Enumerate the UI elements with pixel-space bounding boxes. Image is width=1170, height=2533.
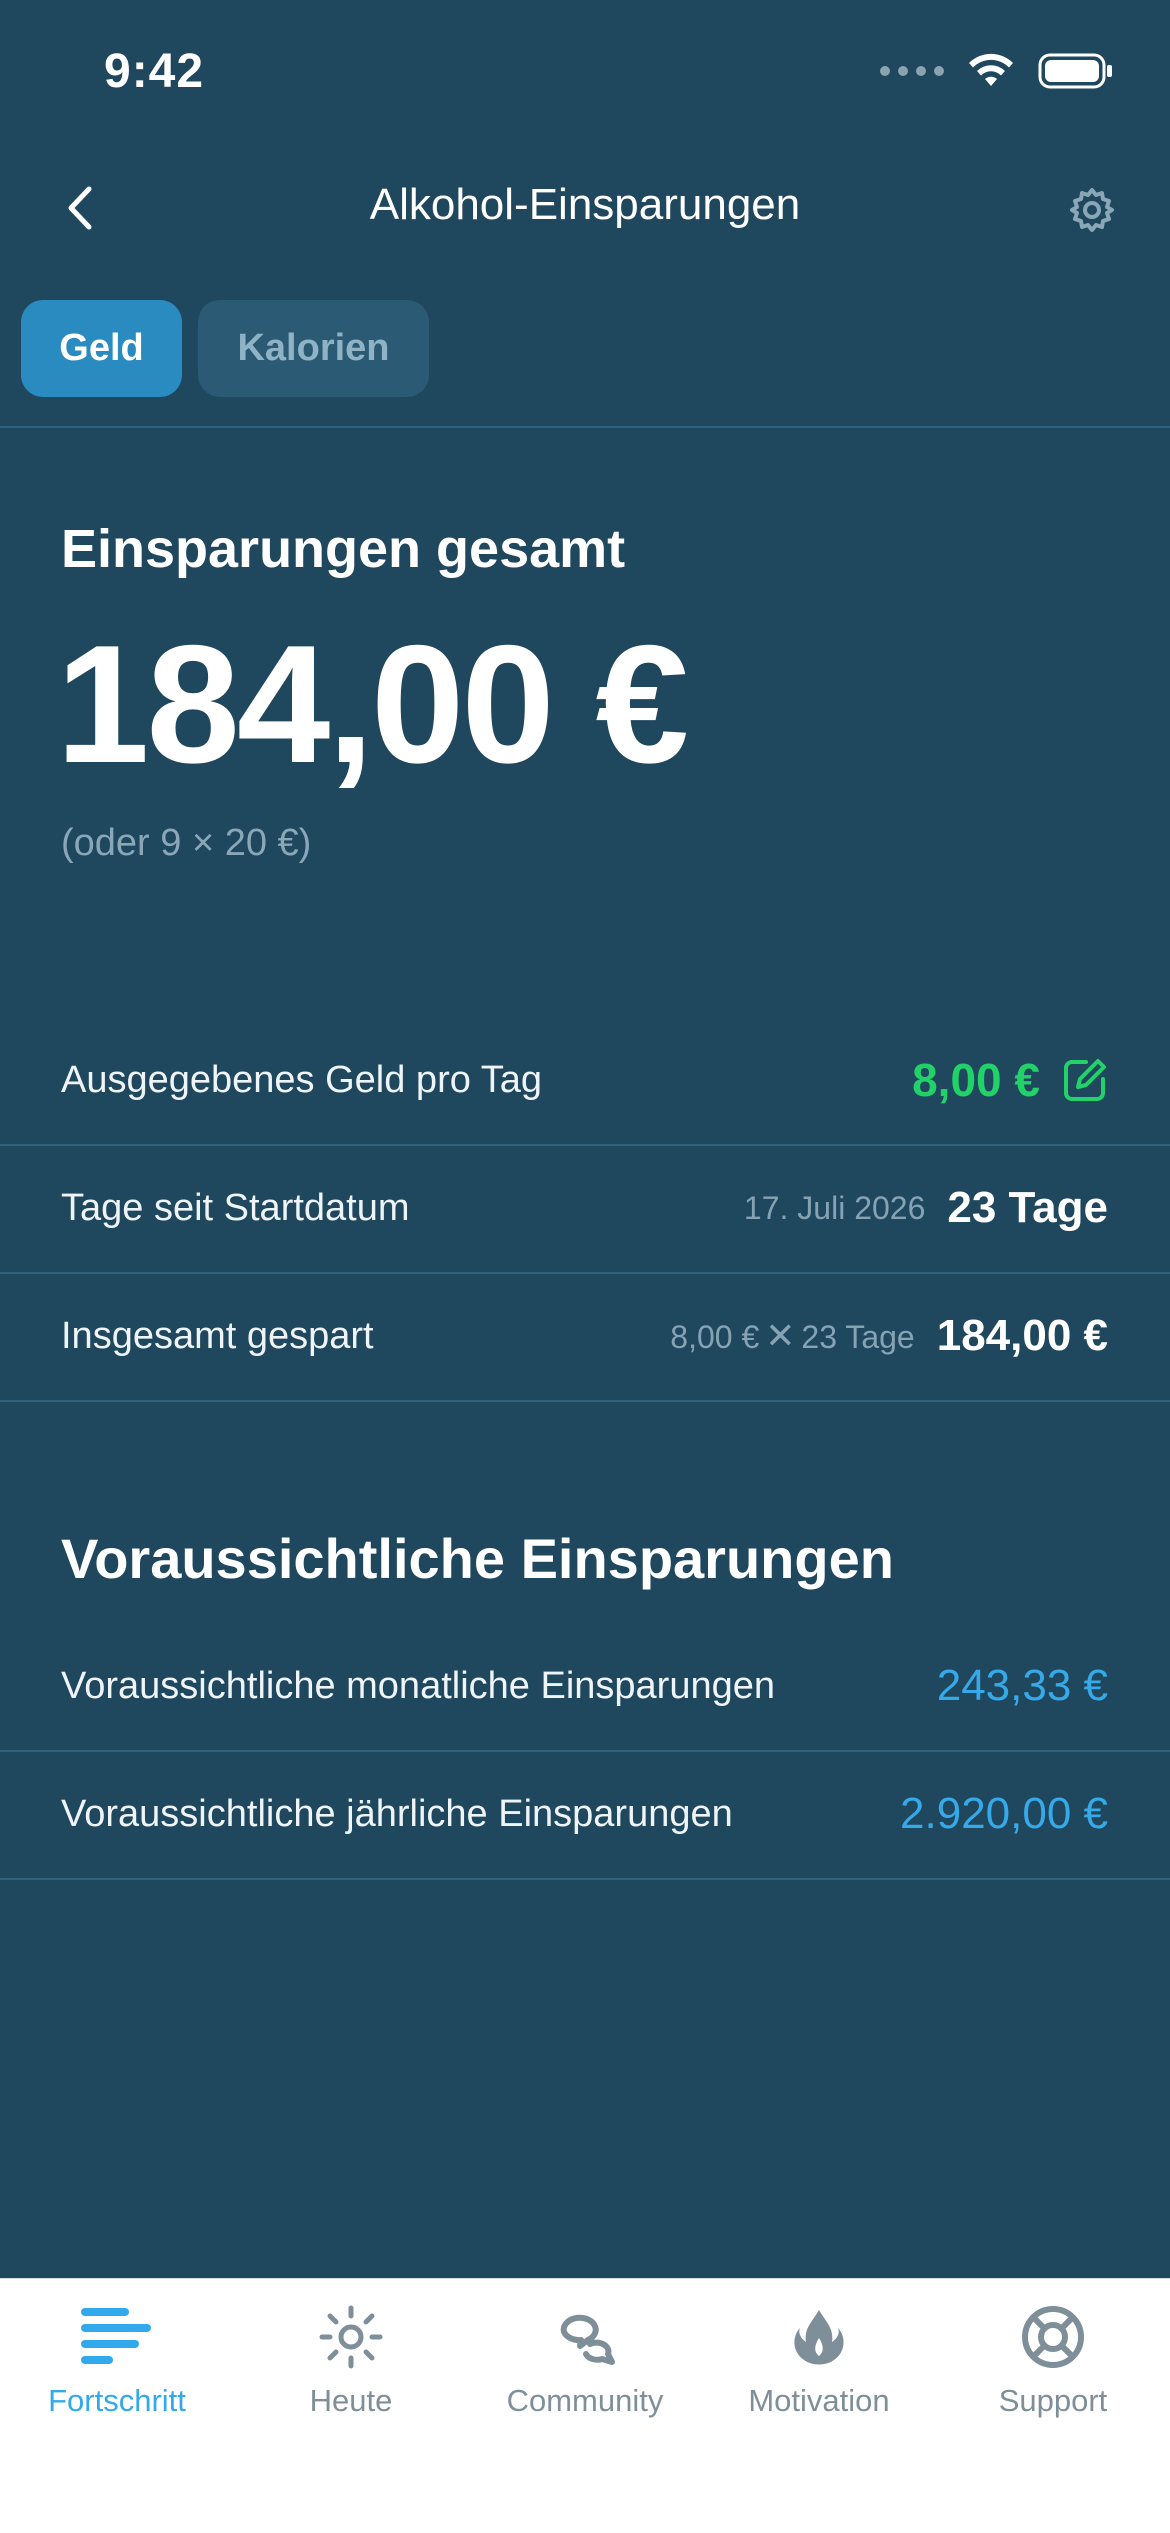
row-label: Insgesamt gespart (61, 1314, 374, 1357)
segment-tabs: Geld Kalorien (21, 300, 429, 397)
monthly-projection-value: 243,33 € (936, 1661, 1108, 1710)
yearly-projection-value: 2.920,00 € (900, 1789, 1108, 1838)
status-time: 9:42 (104, 45, 205, 98)
start-date: 17. Juli 2026 (743, 1189, 926, 1226)
wifi-icon (969, 53, 1013, 86)
formula: 8,00 € ✕ 23 Tage (670, 1315, 914, 1357)
days-count: 23 Tage (947, 1183, 1108, 1232)
tab-community[interactable]: Community (468, 2279, 702, 2439)
total-savings-amount: 184,00 € (56, 610, 689, 798)
edit-icon[interactable] (1062, 1057, 1108, 1103)
formula-right: 23 Tage (801, 1319, 915, 1355)
row-label: Voraussichtliche monatliche Einsparungen (61, 1664, 775, 1707)
battery-icon (1038, 53, 1112, 89)
tab-motivation[interactable]: Motivation (702, 2279, 936, 2439)
navigation-bar: Alkohol-Einsparungen (0, 150, 1170, 260)
tab-geld[interactable]: Geld (21, 300, 182, 397)
bottom-tab-bar: Fortschritt Heute Community Motivation S… (0, 2278, 1170, 2533)
row-monthly-projection: Voraussichtliche monatliche Einsparungen… (0, 1622, 1170, 1752)
settings-button[interactable] (1062, 180, 1122, 240)
projection-heading: Voraussichtliche Einsparungen (61, 1527, 894, 1590)
row-money-per-day[interactable]: Ausgegebenes Geld pro Tag 8,00 € (0, 1016, 1170, 1146)
row-yearly-projection: Voraussichtliche jährliche Einsparungen … (0, 1750, 1170, 1880)
progress-bars-icon (81, 2308, 151, 2364)
row-days-since-start: Tage seit Startdatum 17. Juli 2026 23 Ta… (0, 1144, 1170, 1274)
cellular-signal-icon (880, 66, 944, 76)
tab-label: Community (506, 2383, 664, 2418)
divider (0, 426, 1170, 428)
money-per-day-value: 8,00 € (912, 1054, 1040, 1106)
total-saved-value: 184,00 € (936, 1311, 1108, 1360)
gear-icon (1070, 188, 1114, 232)
tab-support[interactable]: Support (936, 2279, 1170, 2439)
tab-label: Heute (309, 2383, 393, 2418)
row-label: Tage seit Startdatum (61, 1186, 410, 1229)
tab-label: Fortschritt (48, 2383, 186, 2418)
row-label: Voraussichtliche jährliche Einsparungen (61, 1792, 733, 1835)
tab-fortschritt[interactable]: Fortschritt (0, 2279, 234, 2439)
summary-heading: Einsparungen gesamt (61, 519, 626, 579)
savings-equivalent: (oder 9 × 20 €) (61, 822, 312, 864)
sun-icon (319, 2305, 383, 2369)
tab-heute[interactable]: Heute (234, 2279, 468, 2439)
status-bar: 9:42 (0, 0, 1170, 140)
row-total-saved: Insgesamt gespart 8,00 € ✕ 23 Tage 184,00 … (0, 1272, 1170, 1402)
lifebuoy-icon (1022, 2306, 1084, 2368)
page-title: Alkohol-Einsparungen (369, 180, 801, 229)
flame-icon (794, 2310, 844, 2365)
times-icon: ✕ (765, 1315, 796, 1356)
chat-bubbles-icon (560, 2314, 615, 2365)
tab-kalorien[interactable]: Kalorien (198, 300, 429, 397)
row-label: Ausgegebenes Geld pro Tag (61, 1058, 542, 1101)
tab-label: Support (998, 2383, 1108, 2418)
tab-label: Motivation (748, 2383, 890, 2418)
formula-left: 8,00 € (670, 1319, 760, 1355)
status-icons (880, 52, 1114, 90)
